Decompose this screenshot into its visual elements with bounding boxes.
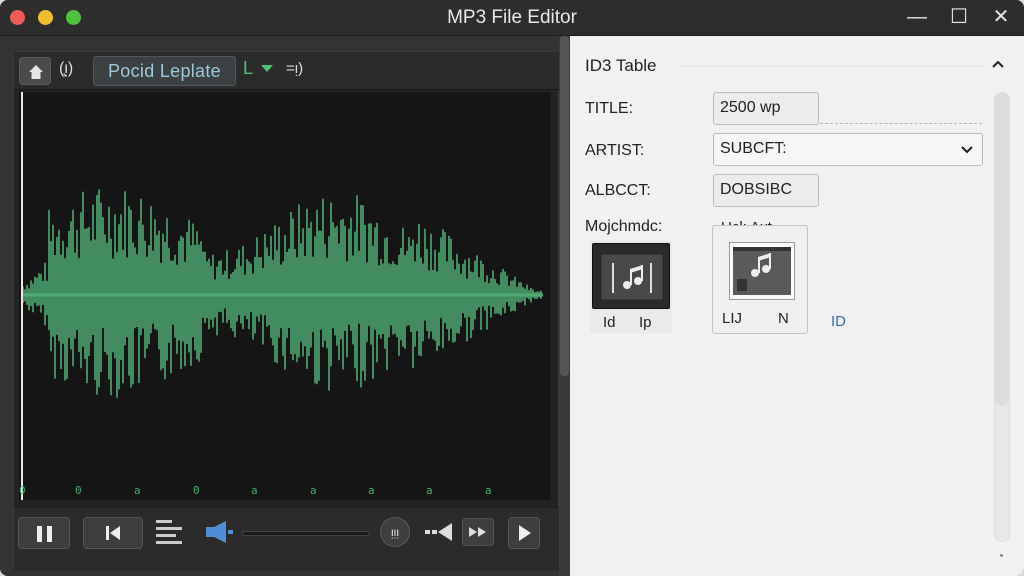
divider-dashed [820, 123, 982, 124]
record-indicator[interactable]: (̧ᴉ) [59, 60, 73, 78]
scroll-dot [1000, 554, 1003, 557]
album-art-image-back [729, 242, 795, 300]
home-button[interactable] [19, 57, 51, 85]
music-note-icon [737, 253, 771, 291]
artwork-back-caption-left: LIJ [722, 310, 743, 327]
album-field[interactable]: DOBSIBC [713, 174, 819, 207]
timeline-tick-label: a [485, 484, 492, 497]
channel-label[interactable]: L [243, 58, 253, 79]
timeline-tick-label: a [368, 484, 375, 497]
transport-bar: ᴉᴉᴉ [14, 507, 560, 571]
pause-icon-bar [47, 526, 52, 542]
pause-button[interactable] [18, 517, 70, 549]
id3-scrollbar-thumb[interactable] [995, 92, 1009, 406]
title-field[interactable]: 2500 wp [713, 92, 819, 125]
artwork-label: Mojchmdc: [585, 218, 663, 235]
home-icon [29, 65, 43, 79]
album-label: ALBCCT: [585, 182, 651, 199]
preset-button[interactable]: Pocid Leplate [93, 56, 236, 86]
timeline-tick-label: a [251, 484, 258, 497]
chevron-up-icon[interactable] [990, 56, 1006, 72]
timeline-tick-label: 0 [75, 484, 82, 497]
fast-forward-icon [469, 527, 486, 537]
artist-label: ARTIST: [585, 142, 645, 159]
player-panel: (̧ᴉ) Pocid Leplate L =ᴉ) 0 0 a 0 a a a a a ᴉᴉᴉ [0, 36, 570, 576]
volume-slider[interactable] [242, 531, 370, 536]
timeline-ticks: 0 0 a 0 a a a a a [19, 484, 551, 500]
window-title: MP3 File Editor [447, 7, 577, 28]
previous-button[interactable] [83, 517, 143, 549]
pause-icon [37, 526, 42, 542]
timeline-tick-label: a [310, 484, 317, 497]
maximize-button[interactable]: ☐ [944, 4, 974, 30]
skip-back-icon [106, 526, 120, 540]
player-scrollbar[interactable] [559, 36, 570, 576]
title-label: TITLE: [585, 100, 634, 117]
artwork-thumbnail-front[interactable]: Id Ip [590, 241, 672, 333]
artwork-caption-left: Id [603, 314, 616, 331]
playhead[interactable] [21, 92, 23, 500]
waveform [22, 189, 543, 398]
timeline-tick-label: a [426, 484, 433, 497]
player-scrollbar-thumb[interactable] [560, 36, 569, 376]
artist-select-value: SUBCFT: [720, 140, 787, 157]
player-toolbar: (̧ᴉ) Pocid Leplate L =ᴉ) [14, 52, 560, 90]
fast-forward-button[interactable] [462, 518, 494, 546]
title-bar: MP3 File Editor — ☐ ✕ [0, 0, 1024, 36]
id3-panel: ID3 Table TITLE: 2500 wp ARTIST: SUBCFT:… [570, 36, 1024, 576]
rewind-icon[interactable] [424, 520, 456, 544]
player-frame: (̧ᴉ) Pocid Leplate L =ᴉ) 0 0 a 0 a a a a a ᴉᴉᴉ [13, 51, 560, 571]
artwork-thumbnail-back[interactable]: LIJ N [712, 225, 808, 334]
equalizer-icon[interactable] [156, 518, 184, 546]
speaker-icon[interactable] [204, 519, 234, 545]
artist-select[interactable]: SUBCFT: [713, 133, 983, 166]
play-button[interactable] [508, 517, 540, 549]
timeline-tick-label: 0 [19, 484, 26, 497]
id3-panel-title: ID3 Table [585, 56, 657, 75]
music-note-icon [612, 263, 652, 293]
album-art-image [592, 243, 670, 309]
timeline-tick-label: 0 [193, 484, 200, 497]
app-window: MP3 File Editor — ☐ ✕ (̧ᴉ) Pocid Leplate… [0, 0, 1024, 576]
artwork-caption-right: Ip [639, 314, 652, 331]
play-icon [519, 525, 531, 541]
artwork-back-caption-right: N [778, 310, 789, 327]
divider [682, 66, 982, 67]
chevron-down-icon[interactable] [261, 65, 273, 72]
close-button[interactable]: ✕ [986, 4, 1016, 30]
loop-button[interactable]: ᴉᴉᴉ [380, 517, 410, 547]
minimize-button[interactable]: — [902, 4, 932, 30]
volume-indicator[interactable]: =ᴉ) [286, 60, 303, 77]
id3-scrollbar[interactable] [994, 92, 1010, 572]
id-link[interactable]: ID [831, 313, 846, 330]
chevron-down-icon [961, 146, 973, 154]
waveform-view[interactable]: 0 0 a 0 a a a a a [19, 92, 551, 500]
timeline-tick-label: a [134, 484, 141, 497]
